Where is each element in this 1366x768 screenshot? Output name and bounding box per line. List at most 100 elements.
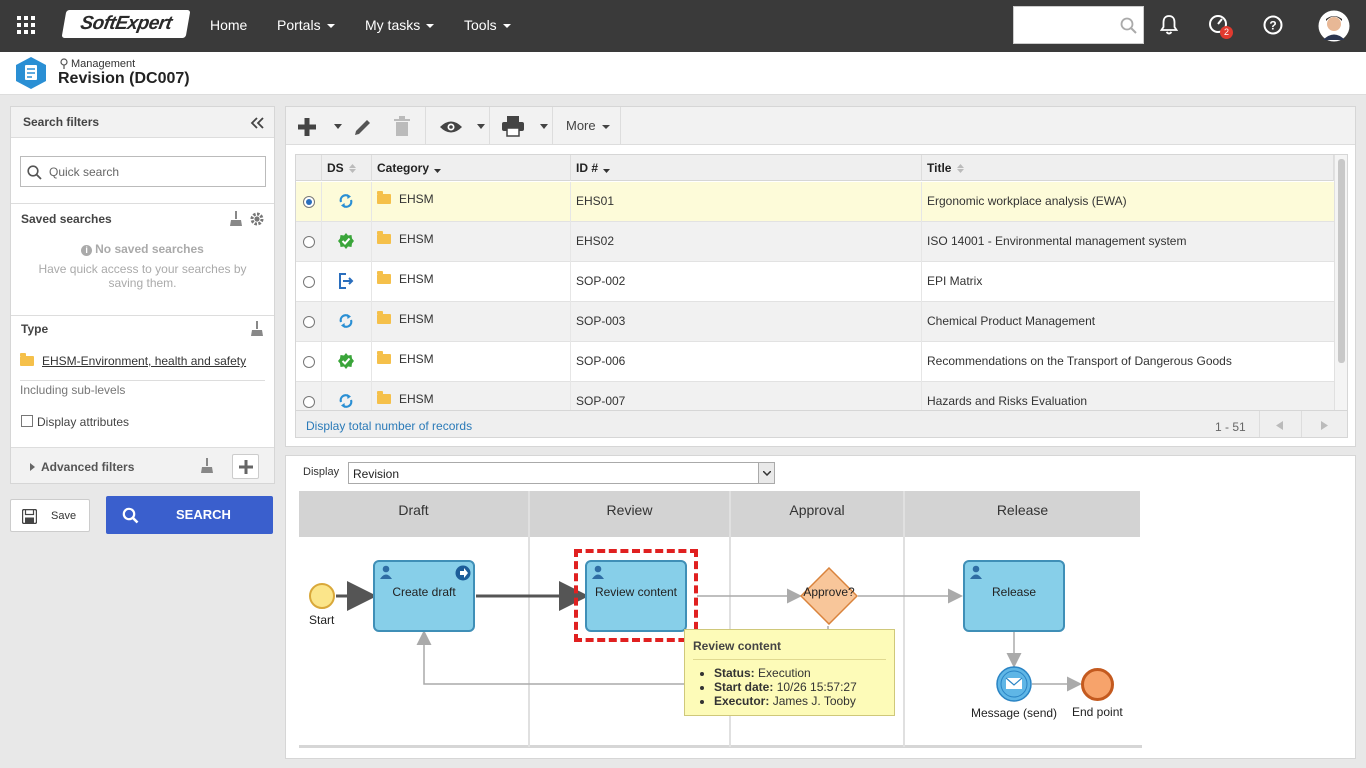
nav-tools[interactable]: Tools — [464, 17, 511, 33]
no-saved-searches: i No saved searches — [11, 242, 274, 256]
next-page-icon[interactable] — [1321, 421, 1328, 430]
col-category[interactable]: Category — [372, 155, 571, 181]
collapse-double-chevron-icon[interactable] — [250, 117, 264, 129]
add-advanced-filter-button[interactable] — [232, 454, 259, 479]
row-select-cell[interactable] — [296, 222, 322, 262]
display-select-toggle[interactable] — [758, 463, 774, 483]
prev-page-icon[interactable] — [1276, 421, 1283, 430]
add-icon[interactable] — [298, 118, 316, 136]
row-radio[interactable] — [303, 276, 315, 288]
bell-icon[interactable] — [1160, 15, 1178, 35]
task-review-content-label: Review content — [594, 585, 678, 599]
table-row[interactable]: EHSM SOP-006 Recommendations on the Transp… — [296, 342, 1334, 382]
row-category-cell: EHSM — [372, 342, 571, 382]
table-row[interactable]: EHSM EHS02 ISO 14001 - Environmental manag… — [296, 222, 1334, 262]
table-scrollbar[interactable] — [1334, 155, 1347, 437]
type-title: Type — [21, 322, 49, 336]
user-avatar[interactable] — [1318, 10, 1350, 42]
broom-icon[interactable] — [230, 211, 242, 227]
quick-search-input[interactable]: Quick search — [20, 156, 266, 187]
row-radio[interactable] — [303, 196, 315, 208]
chevron-down-icon — [326, 24, 335, 29]
task-create-draft[interactable]: Create draft — [373, 560, 475, 632]
info-icon: i — [81, 245, 93, 256]
nav-tools-label: Tools — [464, 17, 497, 33]
search-icon[interactable] — [1120, 17, 1137, 34]
printer-icon[interactable] — [502, 116, 524, 137]
row-select-cell[interactable] — [296, 262, 322, 302]
no-saved-label: No saved searches — [95, 242, 204, 256]
tooltip-item-label: Start date: — [714, 680, 774, 694]
task-review-content[interactable]: Review content — [585, 560, 687, 632]
type-value[interactable]: EHSM-Environment, health and safety — [20, 353, 246, 368]
breadcrumb[interactable]: Management — [71, 58, 135, 70]
folder-icon — [377, 351, 391, 364]
task-release[interactable]: Release — [963, 560, 1065, 632]
end-event[interactable] — [1081, 668, 1114, 701]
brand-logo[interactable]: SoftExpert — [61, 10, 191, 38]
row-id: EHS02 — [576, 234, 615, 248]
divider — [20, 380, 265, 381]
sort-icon — [957, 164, 965, 173]
divider — [11, 203, 274, 204]
display-select[interactable]: Revision — [348, 462, 775, 484]
floppy-disk-icon — [22, 509, 37, 524]
nav-home[interactable]: Home — [210, 17, 247, 33]
scrollbar-thumb[interactable] — [1338, 159, 1345, 363]
chevron-down-icon[interactable] — [477, 124, 485, 129]
row-radio[interactable] — [303, 396, 315, 408]
tooltip-item-label: Executor: — [714, 694, 770, 708]
tooltip-title: Review content — [693, 639, 782, 653]
chevron-down-icon[interactable] — [334, 124, 342, 129]
divider — [11, 315, 274, 316]
col-title[interactable]: Title — [922, 155, 1334, 181]
broom-icon[interactable] — [251, 321, 263, 337]
toolbar-separator — [489, 107, 490, 145]
notification-badge: 2 — [1220, 26, 1233, 39]
chevron-down-icon[interactable] — [540, 124, 548, 129]
col-id[interactable]: ID # — [571, 155, 922, 181]
broom-icon[interactable] — [201, 458, 213, 474]
row-select-cell[interactable] — [296, 342, 322, 382]
row-category: EHSM — [399, 192, 434, 206]
sort-desc-icon — [434, 169, 442, 173]
table-row[interactable]: EHSM SOP-003 Chemical Product Management — [296, 302, 1334, 342]
folder-icon — [377, 231, 391, 244]
row-select-cell[interactable] — [296, 302, 322, 342]
eye-icon[interactable] — [439, 120, 463, 134]
display-total-link[interactable]: Display total number of records — [306, 419, 472, 433]
table-row[interactable]: EHSM SOP-002 EPI Matrix — [296, 262, 1334, 302]
app-grid-icon[interactable] — [17, 16, 35, 34]
save-button[interactable]: Save — [10, 499, 90, 532]
pagination-range: 1 - 51 — [1215, 420, 1246, 434]
row-radio[interactable] — [303, 356, 315, 368]
display-select-value: Revision — [353, 467, 400, 481]
pencil-icon[interactable] — [353, 117, 373, 137]
start-label: Start — [309, 613, 335, 627]
start-event[interactable] — [309, 583, 335, 609]
toolbar-separator — [552, 107, 553, 145]
gear-icon[interactable] — [249, 211, 265, 227]
search-button[interactable]: SEARCH — [106, 496, 273, 534]
row-status-cell — [322, 262, 372, 302]
including-sub-levels: Including sub-levels — [20, 383, 126, 397]
col-ds[interactable]: DS — [322, 155, 372, 181]
more-menu-button[interactable]: More — [566, 118, 610, 133]
help-icon[interactable]: ? — [1263, 15, 1283, 35]
row-title: Recommendations on the Transport of Dang… — [927, 354, 1232, 368]
folder-icon — [377, 191, 391, 204]
row-title-cell: Recommendations on the Transport of Dang… — [922, 342, 1334, 382]
nav-portals[interactable]: Portals — [277, 17, 335, 33]
row-select-cell[interactable] — [296, 182, 322, 222]
tooltip-item-value: James J. Tooby — [772, 694, 856, 708]
message-send-label: Message (send) — [971, 706, 1058, 720]
nav-my-tasks[interactable]: My tasks — [365, 17, 435, 33]
row-radio[interactable] — [303, 316, 315, 328]
table-row[interactable]: EHSM EHS01 Ergonomic workplace analysis (E… — [296, 182, 1334, 222]
row-radio[interactable] — [303, 236, 315, 248]
message-send-event[interactable] — [996, 666, 1032, 702]
display-attributes-checkbox[interactable] — [21, 415, 33, 427]
trash-icon[interactable] — [393, 116, 411, 137]
export-status-icon — [339, 273, 354, 289]
global-search-input[interactable] — [1013, 6, 1144, 44]
